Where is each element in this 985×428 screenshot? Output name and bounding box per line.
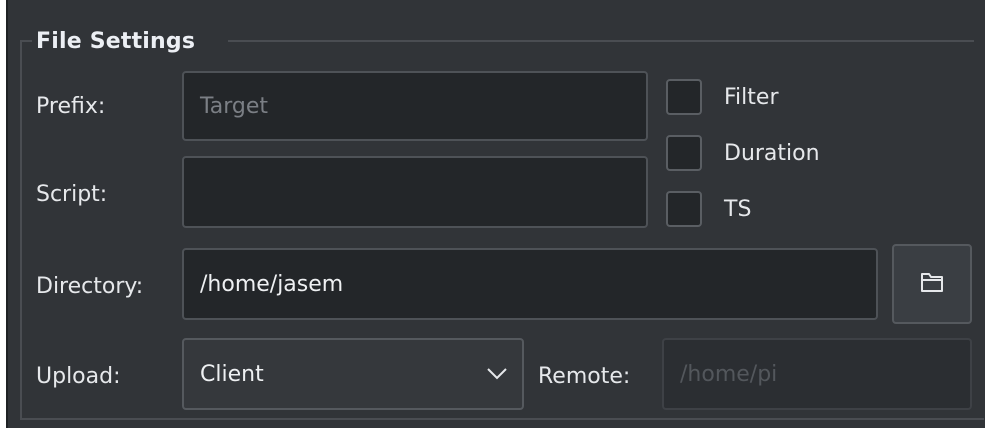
folder-icon — [920, 271, 944, 297]
group-title: File Settings — [36, 28, 196, 54]
group-frame-line — [228, 40, 974, 42]
filter-checkbox-label: Filter — [724, 84, 779, 110]
filter-checkbox[interactable] — [666, 79, 702, 115]
ts-checkbox-row[interactable]: TS — [666, 191, 751, 227]
duration-checkbox-row[interactable]: Duration — [666, 135, 820, 171]
directory-label: Directory: — [36, 274, 144, 299]
group-title-row: File Settings — [36, 24, 195, 58]
upload-selected-value: Client — [200, 361, 264, 387]
ts-checkbox-label: TS — [724, 196, 752, 222]
script-label: Script: — [36, 182, 108, 207]
browse-directory-button[interactable] — [892, 244, 972, 324]
prefix-placeholder: Target — [200, 93, 269, 119]
filter-checkbox-row[interactable]: Filter — [666, 79, 778, 115]
script-input[interactable] — [182, 156, 648, 228]
duration-checkbox-label: Duration — [724, 140, 820, 166]
chevron-down-icon — [486, 362, 508, 387]
directory-input[interactable]: /home/jasem — [182, 248, 878, 320]
directory-value: /home/jasem — [200, 271, 344, 297]
upload-label: Upload: — [36, 364, 121, 389]
remote-label: Remote: — [538, 364, 631, 389]
ts-checkbox[interactable] — [666, 191, 702, 227]
prefix-input[interactable]: Target — [182, 71, 648, 141]
remote-input[interactable]: /home/pi — [662, 338, 972, 410]
prefix-label: Prefix: — [36, 94, 106, 119]
upload-select[interactable]: Client — [182, 338, 524, 410]
group-frame-line-left — [20, 40, 32, 42]
remote-placeholder: /home/pi — [680, 361, 778, 387]
duration-checkbox[interactable] — [666, 135, 702, 171]
